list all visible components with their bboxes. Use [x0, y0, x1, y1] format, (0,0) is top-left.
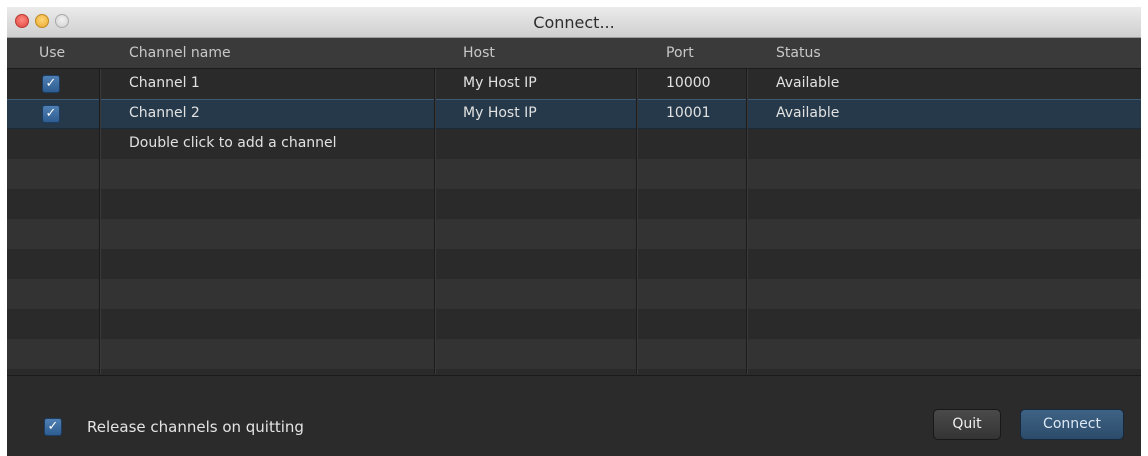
status-cell: Available: [776, 75, 840, 91]
checkmark-icon: ✓: [45, 106, 57, 121]
add-channel-row[interactable]: Double click to add a channel: [7, 129, 1141, 159]
column-header-status[interactable]: Status: [776, 45, 821, 61]
column-header-channel-name[interactable]: Channel name: [129, 45, 231, 61]
channel-name-cell: Channel 2: [129, 105, 200, 121]
empty-row: [7, 339, 1141, 369]
empty-row: [7, 189, 1141, 219]
column-header-port[interactable]: Port: [666, 45, 694, 61]
empty-row: [7, 219, 1141, 249]
column-divider: [99, 69, 100, 374]
table-header: Use Channel name Host Port Status: [7, 38, 1141, 69]
channel-name-cell: Channel 1: [129, 75, 200, 91]
title-bar[interactable]: Connect...: [7, 7, 1141, 38]
host-cell: My Host IP: [463, 75, 537, 91]
empty-row: [7, 369, 1141, 374]
use-checkbox[interactable]: ✓: [42, 75, 60, 93]
quit-button[interactable]: Quit: [933, 409, 1001, 440]
empty-row: [7, 279, 1141, 309]
connect-window: Connect... Use Channel name Host Port St…: [7, 7, 1141, 456]
port-cell: 10000: [666, 75, 711, 91]
release-channels-label[interactable]: Release channels on quitting: [87, 418, 304, 436]
release-channels-checkbox[interactable]: ✓: [44, 418, 62, 436]
host-cell: My Host IP: [463, 105, 537, 121]
column-header-use[interactable]: Use: [39, 45, 65, 61]
status-cell: Available: [776, 105, 840, 121]
checkmark-icon: ✓: [45, 76, 57, 91]
connect-button[interactable]: Connect: [1020, 409, 1124, 440]
add-channel-hint[interactable]: Double click to add a channel: [129, 135, 337, 151]
window-title: Connect...: [533, 13, 615, 32]
empty-row: [7, 159, 1141, 189]
empty-row: [7, 309, 1141, 339]
checkmark-icon: ✓: [47, 419, 59, 434]
table-row[interactable]: ✓ Channel 1 My Host IP 10000 Available: [7, 69, 1141, 99]
use-checkbox[interactable]: ✓: [42, 105, 60, 123]
empty-row: [7, 249, 1141, 279]
port-cell: 10001: [666, 105, 711, 121]
column-divider: [746, 69, 747, 374]
column-divider: [636, 69, 637, 374]
column-header-host[interactable]: Host: [463, 45, 495, 61]
column-divider: [434, 69, 435, 374]
table-row-selected[interactable]: ✓ Channel 2 My Host IP 10001 Available: [7, 99, 1141, 129]
channel-table[interactable]: ✓ Channel 1 My Host IP 10000 Available ✓…: [7, 69, 1141, 374]
footer-bar: ✓ Release channels on quitting Quit Conn…: [7, 375, 1141, 456]
